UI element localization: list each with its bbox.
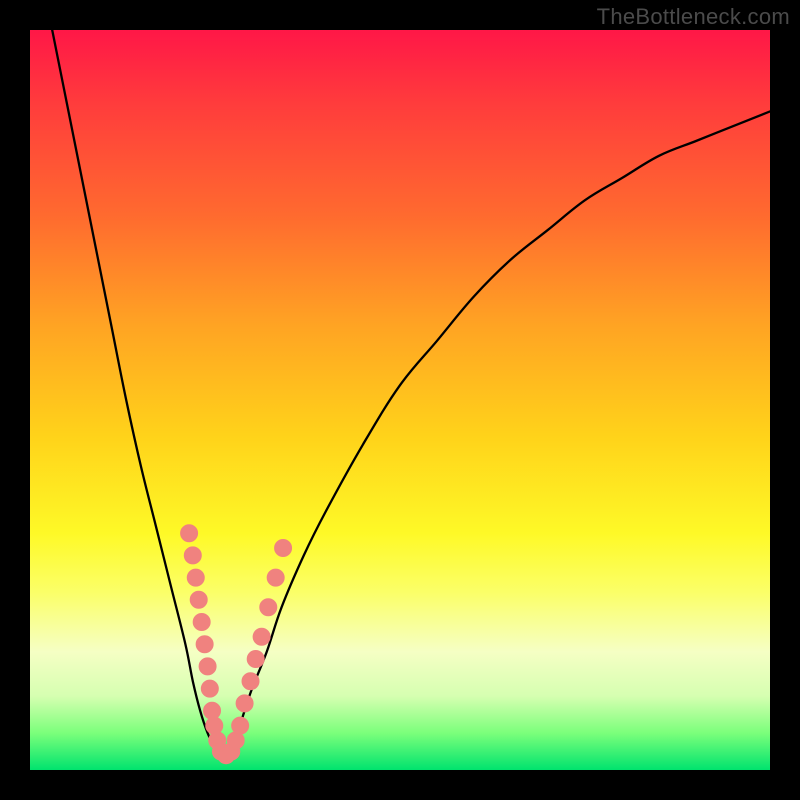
marker-point — [275, 540, 292, 557]
curve-group — [52, 30, 770, 755]
marker-group — [181, 525, 292, 764]
marker-point — [201, 680, 218, 697]
marker-point — [236, 695, 253, 712]
chart-frame: TheBottleneck.com — [0, 0, 800, 800]
marker-point — [267, 569, 284, 586]
marker-point — [181, 525, 198, 542]
marker-point — [232, 717, 249, 734]
marker-point — [260, 599, 277, 616]
watermark-text: TheBottleneck.com — [597, 4, 790, 30]
marker-point — [247, 651, 264, 668]
plot-area — [30, 30, 770, 770]
marker-point — [242, 673, 259, 690]
marker-point — [193, 614, 210, 631]
curve-overlay — [30, 30, 770, 770]
marker-point — [199, 658, 216, 675]
marker-point — [184, 547, 201, 564]
marker-point — [204, 702, 221, 719]
marker-point — [190, 591, 207, 608]
marker-point — [253, 628, 270, 645]
marker-point — [196, 636, 213, 653]
marker-point — [206, 717, 223, 734]
curve-right-curve — [222, 111, 770, 755]
marker-point — [187, 569, 204, 586]
